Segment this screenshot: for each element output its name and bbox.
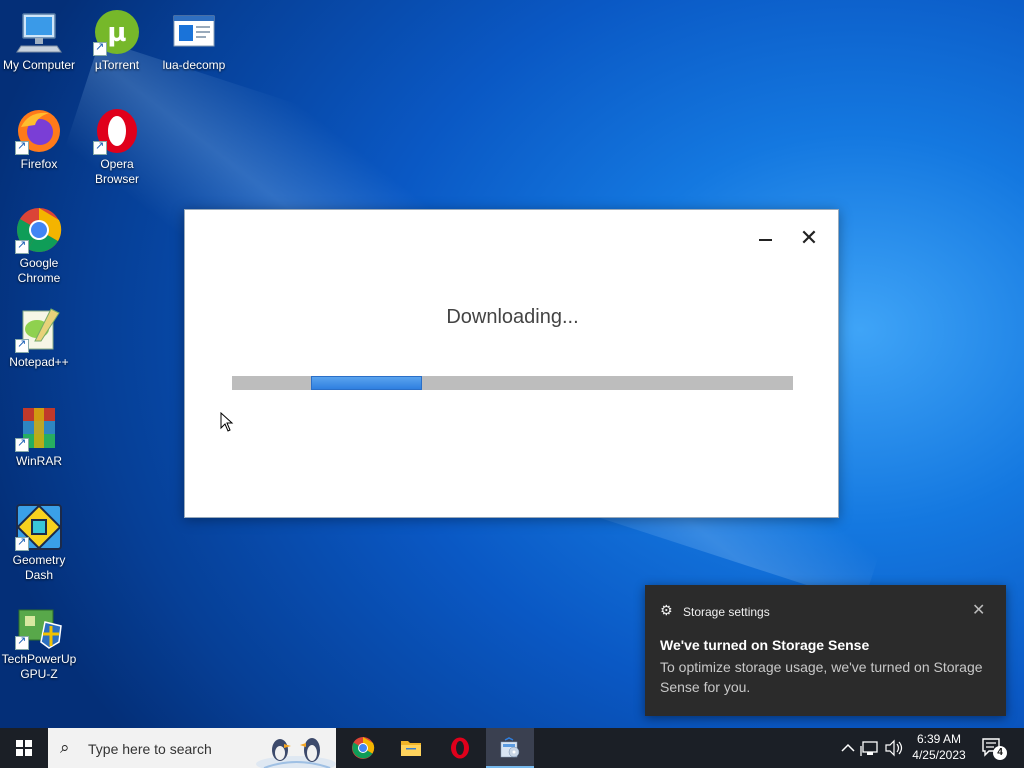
notepadpp-icon: [15, 305, 63, 353]
desktop-icon-my-computer[interactable]: My Computer: [0, 8, 78, 73]
shortcut-arrow-icon: [15, 139, 29, 155]
minimize-icon[interactable]: [754, 228, 776, 250]
utorrent-icon: µ: [93, 8, 141, 56]
taskbar-search-box[interactable]: ⌕ Type here to search: [48, 728, 336, 768]
search-placeholder: Type here to search: [88, 741, 212, 757]
taskbar-chrome[interactable]: [339, 728, 387, 768]
taskbar-installer[interactable]: [486, 728, 534, 768]
shortcut-arrow-icon: [15, 436, 29, 452]
chrome-icon: [352, 737, 375, 759]
desktop-icon-geometry-dash[interactable]: Geometry Dash: [0, 503, 78, 583]
desktop-icon-lua-decomp[interactable]: lua-decomp: [155, 8, 233, 73]
winrar-icon: [15, 404, 63, 452]
search-icon: ⌕: [60, 738, 70, 757]
clock-time: 6:39 AM: [916, 732, 962, 746]
volume-tray-icon[interactable]: [883, 728, 905, 768]
shortcut-arrow-icon: [93, 40, 107, 56]
desktop-icon-utorrent[interactable]: µ µTorrent: [78, 8, 156, 73]
speaker-icon: [885, 739, 903, 757]
svg-text:µ: µ: [107, 18, 126, 48]
network-icon: [860, 741, 878, 756]
file-explorer-icon: [401, 741, 421, 756]
progress-indicator: [311, 376, 422, 390]
desktop-icon-label: Notepad++: [9, 355, 69, 369]
mouse-pointer-icon: [220, 412, 234, 432]
desktop-icon-label: Firefox: [20, 157, 58, 171]
desktop-icon-label: Google Chrome: [17, 256, 61, 285]
shortcut-arrow-icon: [15, 238, 29, 254]
opera-icon: [93, 107, 141, 155]
taskbar: ⌕ Type here to search 6:39 AM 4/25/2023 …: [0, 728, 1024, 768]
taskbar-clock[interactable]: 6:39 AM 4/25/2023: [905, 731, 973, 763]
desktop-icon-label: Opera Browser: [94, 157, 139, 186]
shortcut-arrow-icon: [15, 337, 29, 353]
file-icon: [170, 8, 218, 56]
gear-icon: ⚙: [660, 602, 673, 618]
desktop-icon-label: lua-decomp: [162, 58, 226, 72]
download-progress-bar: [232, 376, 793, 390]
notification-title: We've turned on Storage Sense: [660, 637, 870, 653]
desktop-icon-label: My Computer: [2, 58, 76, 72]
search-highlight-art-icon: [256, 738, 336, 768]
taskbar-file-explorer[interactable]: [387, 728, 435, 768]
chrome-icon: [15, 206, 63, 254]
close-icon[interactable]: ✕: [798, 228, 820, 250]
shortcut-arrow-icon: [15, 535, 29, 551]
desktop-icon-label: Geometry Dash: [12, 553, 66, 582]
geometry-dash-icon: [15, 503, 63, 551]
storage-sense-notification[interactable]: ⚙ Storage settings ✕ We've turned on Sto…: [645, 585, 1006, 716]
notification-body: To optimize storage usage, we've turned …: [660, 659, 983, 695]
computer-icon: [15, 8, 63, 56]
chevron-up-icon: [841, 743, 855, 752]
shortcut-arrow-icon: [15, 634, 29, 650]
firefox-icon: [15, 107, 63, 155]
desktop-icon-winrar[interactable]: WinRAR: [0, 404, 78, 469]
network-tray-icon[interactable]: [860, 728, 882, 768]
notification-count-badge: 4: [993, 746, 1007, 760]
show-hidden-icons-button[interactable]: [838, 728, 858, 768]
start-button[interactable]: [0, 728, 48, 768]
desktop-icon-label: WinRAR: [15, 454, 62, 468]
taskbar-opera[interactable]: [436, 728, 484, 768]
notification-app-name: Storage settings: [683, 605, 770, 619]
desktop-icon-google-chrome[interactable]: Google Chrome: [0, 206, 78, 286]
notification-close-icon[interactable]: ✕: [972, 600, 985, 620]
desktop-icon-gpuz[interactable]: TechPowerUp GPU-Z: [0, 602, 78, 682]
desktop-icon-notepadpp[interactable]: Notepad++: [0, 305, 78, 370]
action-center-button[interactable]: 4: [980, 736, 1007, 760]
desktop-icon-firefox[interactable]: Firefox: [0, 107, 78, 172]
download-status-text: Downloading...: [446, 306, 579, 328]
shortcut-arrow-icon: [93, 139, 107, 155]
clock-date: 4/25/2023: [912, 748, 966, 762]
installer-icon: [500, 737, 520, 758]
gpuz-icon: [15, 602, 63, 650]
download-dialog: ✕ Downloading...: [184, 209, 839, 518]
desktop-icon-label: TechPowerUp GPU-Z: [1, 652, 77, 681]
windows-logo-icon: [16, 740, 32, 756]
opera-icon: [451, 737, 469, 759]
desktop-icon-label: µTorrent: [94, 58, 140, 72]
desktop-icon-opera[interactable]: Opera Browser: [78, 107, 156, 187]
